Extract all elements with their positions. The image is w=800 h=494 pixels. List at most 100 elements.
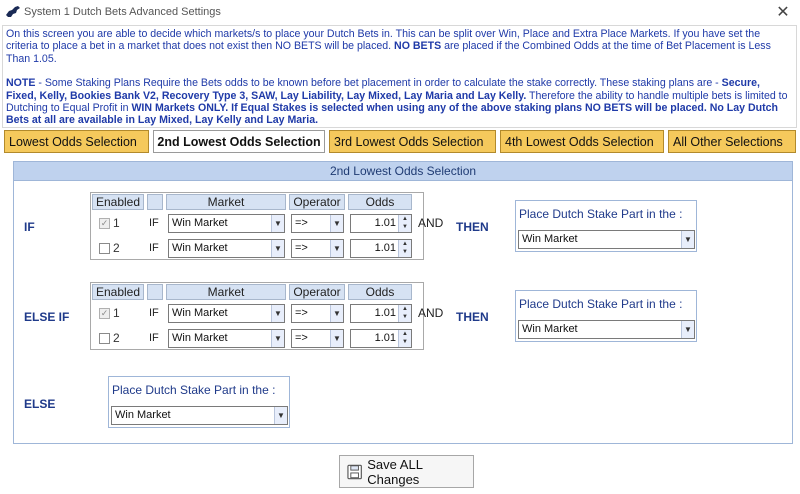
odds-value: 1.01	[374, 217, 396, 229]
operator-value: =>	[295, 307, 308, 319]
chevron-down-icon[interactable]: ▼	[681, 231, 694, 248]
if-place-box: Place Dutch Stake Part in the : Win Mark…	[515, 200, 697, 252]
place-market-select[interactable]: Win Market ▼	[518, 320, 695, 339]
operator-header: Operator	[289, 194, 345, 210]
else-place-box: Place Dutch Stake Part in the : Win Mark…	[108, 376, 290, 428]
else-if-place-box: Place Dutch Stake Part in the : Win Mark…	[515, 290, 697, 342]
market-select[interactable]: Win Market ▼	[168, 329, 285, 348]
else-if-conditions-grid: Enabled Market Operator Odds ✓ 1 IF Win …	[90, 282, 424, 350]
spinner-arrows-icon[interactable]: ▲ ▼	[398, 330, 411, 347]
market-header: Market	[166, 194, 286, 210]
market-value: Win Market	[172, 307, 228, 319]
close-icon[interactable]: ✕	[774, 2, 792, 22]
panel-title: 2nd Lowest Odds Selection	[14, 162, 792, 181]
chevron-down-icon[interactable]: ▼	[330, 215, 343, 232]
tab-all-other-selections[interactable]: All Other Selections	[668, 130, 796, 153]
chevron-down-icon[interactable]: ▼	[271, 305, 284, 322]
market-select[interactable]: Win Market ▼	[168, 304, 285, 323]
place-label: Place Dutch Stake Part in the :	[112, 383, 276, 397]
odds-spinner[interactable]: 1.01 ▲ ▼	[350, 214, 412, 233]
chevron-down-icon[interactable]: ▼	[330, 240, 343, 257]
odds-header: Odds	[348, 194, 412, 210]
save-icon	[347, 464, 362, 479]
tab-4th-lowest-odds[interactable]: 4th Lowest Odds Selection	[500, 130, 664, 153]
market-value: Win Market	[172, 332, 228, 344]
place-market-value: Win Market	[522, 233, 578, 245]
info-no-bets: NO BETS	[394, 40, 442, 53]
tab-lowest-odds[interactable]: Lowest Odds Selection	[4, 130, 149, 153]
odds-value: 1.01	[374, 242, 396, 254]
checkbox[interactable]	[99, 242, 110, 254]
checkbox: ✓	[99, 217, 110, 229]
place-market-value: Win Market	[522, 323, 578, 335]
save-button-label: Save ALL Changes	[367, 456, 423, 487]
then-label: THEN	[456, 220, 489, 234]
odds-spinner[interactable]: 1.01 ▲ ▼	[350, 239, 412, 258]
chevron-down-icon[interactable]: ▼	[271, 330, 284, 347]
market-header: Market	[166, 284, 286, 300]
operator-value: =>	[295, 217, 308, 229]
market-select[interactable]: Win Market ▼	[168, 214, 285, 233]
if-column-header	[147, 194, 163, 210]
note-paragraph: NOTE - Some Staking Plans Require the Be…	[6, 77, 793, 127]
operator-select[interactable]: => ▼	[291, 304, 344, 323]
operator-select[interactable]: => ▼	[291, 239, 344, 258]
selection-panel: 2nd Lowest Odds Selection IF Enabled Mar…	[13, 161, 793, 444]
place-label: Place Dutch Stake Part in the :	[519, 207, 683, 221]
enabled-header: Enabled	[92, 194, 144, 210]
save-all-changes-button[interactable]: Save ALL Changes	[339, 455, 474, 488]
window-title: System 1 Dutch Bets Advanced Settings	[24, 6, 221, 18]
chevron-down-icon[interactable]: ▼	[681, 321, 694, 338]
odds-value: 1.01	[374, 332, 396, 344]
note-text-1: - Some Staking Plans Require the Bets od…	[35, 77, 722, 90]
if-conditions-grid: Enabled Market Operator Odds ✓ 1 IF Win …	[90, 192, 424, 260]
operator-select[interactable]: => ▼	[291, 329, 344, 348]
chevron-down-icon[interactable]: ▼	[330, 305, 343, 322]
enabled-checkbox-2[interactable]: 2	[99, 241, 120, 255]
odds-value: 1.01	[374, 307, 396, 319]
and-label: AND	[418, 216, 444, 230]
else-if-label: ELSE IF	[24, 310, 70, 324]
enabled-checkbox-1: ✓ 1	[99, 216, 120, 230]
enabled-checkbox-2[interactable]: 2	[99, 331, 120, 345]
spinner-arrows-icon[interactable]: ▲ ▼	[398, 240, 411, 257]
spinner-arrows-icon[interactable]: ▲ ▼	[398, 305, 411, 322]
and-label: AND	[418, 306, 444, 320]
operator-select[interactable]: => ▼	[291, 214, 344, 233]
if-word: IF	[149, 217, 159, 229]
row-number: 2	[113, 331, 120, 345]
place-label: Place Dutch Stake Part in the :	[519, 297, 683, 311]
if-word: IF	[149, 307, 159, 319]
place-market-value: Win Market	[115, 409, 171, 421]
tab-3rd-lowest-odds[interactable]: 3rd Lowest Odds Selection	[329, 130, 496, 153]
odds-spinner[interactable]: 1.01 ▲ ▼	[350, 329, 412, 348]
place-market-select[interactable]: Win Market ▼	[518, 230, 695, 249]
market-value: Win Market	[172, 242, 228, 254]
place-market-select[interactable]: Win Market ▼	[111, 406, 288, 425]
row-number: 1	[113, 306, 120, 320]
spinner-arrows-icon[interactable]: ▲ ▼	[398, 215, 411, 232]
chevron-down-icon[interactable]: ▼	[330, 330, 343, 347]
info-panel: On this screen you are able to decide wh…	[2, 25, 797, 128]
horse-icon	[6, 6, 20, 17]
if-word: IF	[149, 242, 159, 254]
else-label: ELSE	[24, 397, 56, 411]
odds-spinner[interactable]: 1.01 ▲ ▼	[350, 304, 412, 323]
info-paragraph: On this screen you are able to decide wh…	[6, 28, 793, 65]
market-select[interactable]: Win Market ▼	[168, 239, 285, 258]
enabled-header: Enabled	[92, 284, 144, 300]
checkbox[interactable]	[99, 332, 110, 344]
note-label: NOTE	[6, 77, 36, 90]
tab-strip: Lowest Odds Selection 2nd Lowest Odds Se…	[4, 130, 796, 153]
chevron-down-icon[interactable]: ▼	[271, 215, 284, 232]
if-word: IF	[149, 332, 159, 344]
operator-value: =>	[295, 332, 308, 344]
market-value: Win Market	[172, 217, 228, 229]
title-bar: System 1 Dutch Bets Advanced Settings ✕	[0, 0, 800, 24]
tab-2nd-lowest-odds[interactable]: 2nd Lowest Odds Selection	[153, 130, 325, 153]
operator-header: Operator	[289, 284, 345, 300]
then-label: THEN	[456, 310, 489, 324]
chevron-down-icon[interactable]: ▼	[274, 407, 287, 424]
chevron-down-icon[interactable]: ▼	[271, 240, 284, 257]
operator-value: =>	[295, 242, 308, 254]
